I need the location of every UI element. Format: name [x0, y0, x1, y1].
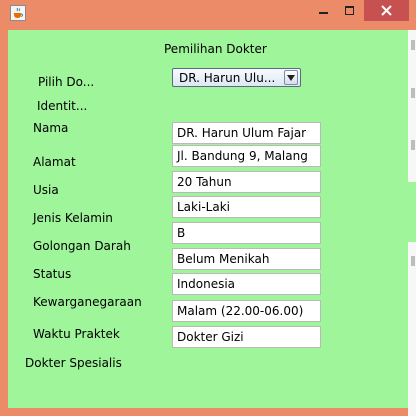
dokter-dropdown[interactable]: DR. Harun Ulu... [172, 68, 301, 87]
status-label: Status [33, 267, 72, 281]
title-bar[interactable] [0, 0, 416, 30]
minimize-button[interactable] [311, 0, 337, 21]
java-cup-icon[interactable] [10, 5, 26, 21]
kewarganegaraan-label: Kewarganegaraan [33, 295, 142, 309]
alamat-label: Alamat [33, 155, 76, 169]
pilih-dokter-label: Pilih Do... [38, 75, 95, 89]
waktu-praktek-field[interactable]: Malam (22.00-06.00) [172, 300, 321, 322]
close-button[interactable] [364, 0, 409, 21]
dokter-spesialis-label: Dokter Spesialis [25, 356, 122, 370]
chevron-down-icon[interactable] [284, 70, 298, 85]
form-heading: Pemilihan Dokter [164, 42, 267, 56]
status-field[interactable]: Belum Menikah [172, 248, 321, 270]
usia-label: Usia [33, 183, 59, 197]
waktu-praktek-label: Waktu Praktek [33, 327, 120, 341]
jenis-kelamin-field[interactable]: Laki-Laki [172, 196, 321, 218]
dokter-spesialis-field[interactable]: Dokter Gizi [172, 326, 321, 348]
background-window-edge [408, 30, 416, 416]
app-window: Pemilihan Dokter Pilih Do... DR. Harun U… [0, 0, 416, 416]
form-panel: Pemilihan Dokter Pilih Do... DR. Harun U… [8, 30, 408, 408]
dokter-dropdown-value: DR. Harun Ulu... [179, 71, 276, 85]
jenis-kelamin-label: Jenis Kelamin [33, 211, 113, 225]
usia-field[interactable]: 20 Tahun [172, 171, 321, 193]
nama-field[interactable]: DR. Harun Ulum Fajar [172, 122, 321, 144]
alamat-field[interactable]: Jl. Bandung 9, Malang [172, 145, 321, 167]
golongan-darah-label: Golongan Darah [33, 239, 131, 253]
identitas-label: Identit... [37, 99, 88, 113]
kewarganegaraan-field[interactable]: Indonesia [172, 273, 321, 295]
close-icon [381, 5, 392, 16]
nama-label: Nama [33, 121, 69, 135]
golongan-darah-field[interactable]: B [172, 222, 321, 244]
maximize-button[interactable] [337, 0, 363, 21]
